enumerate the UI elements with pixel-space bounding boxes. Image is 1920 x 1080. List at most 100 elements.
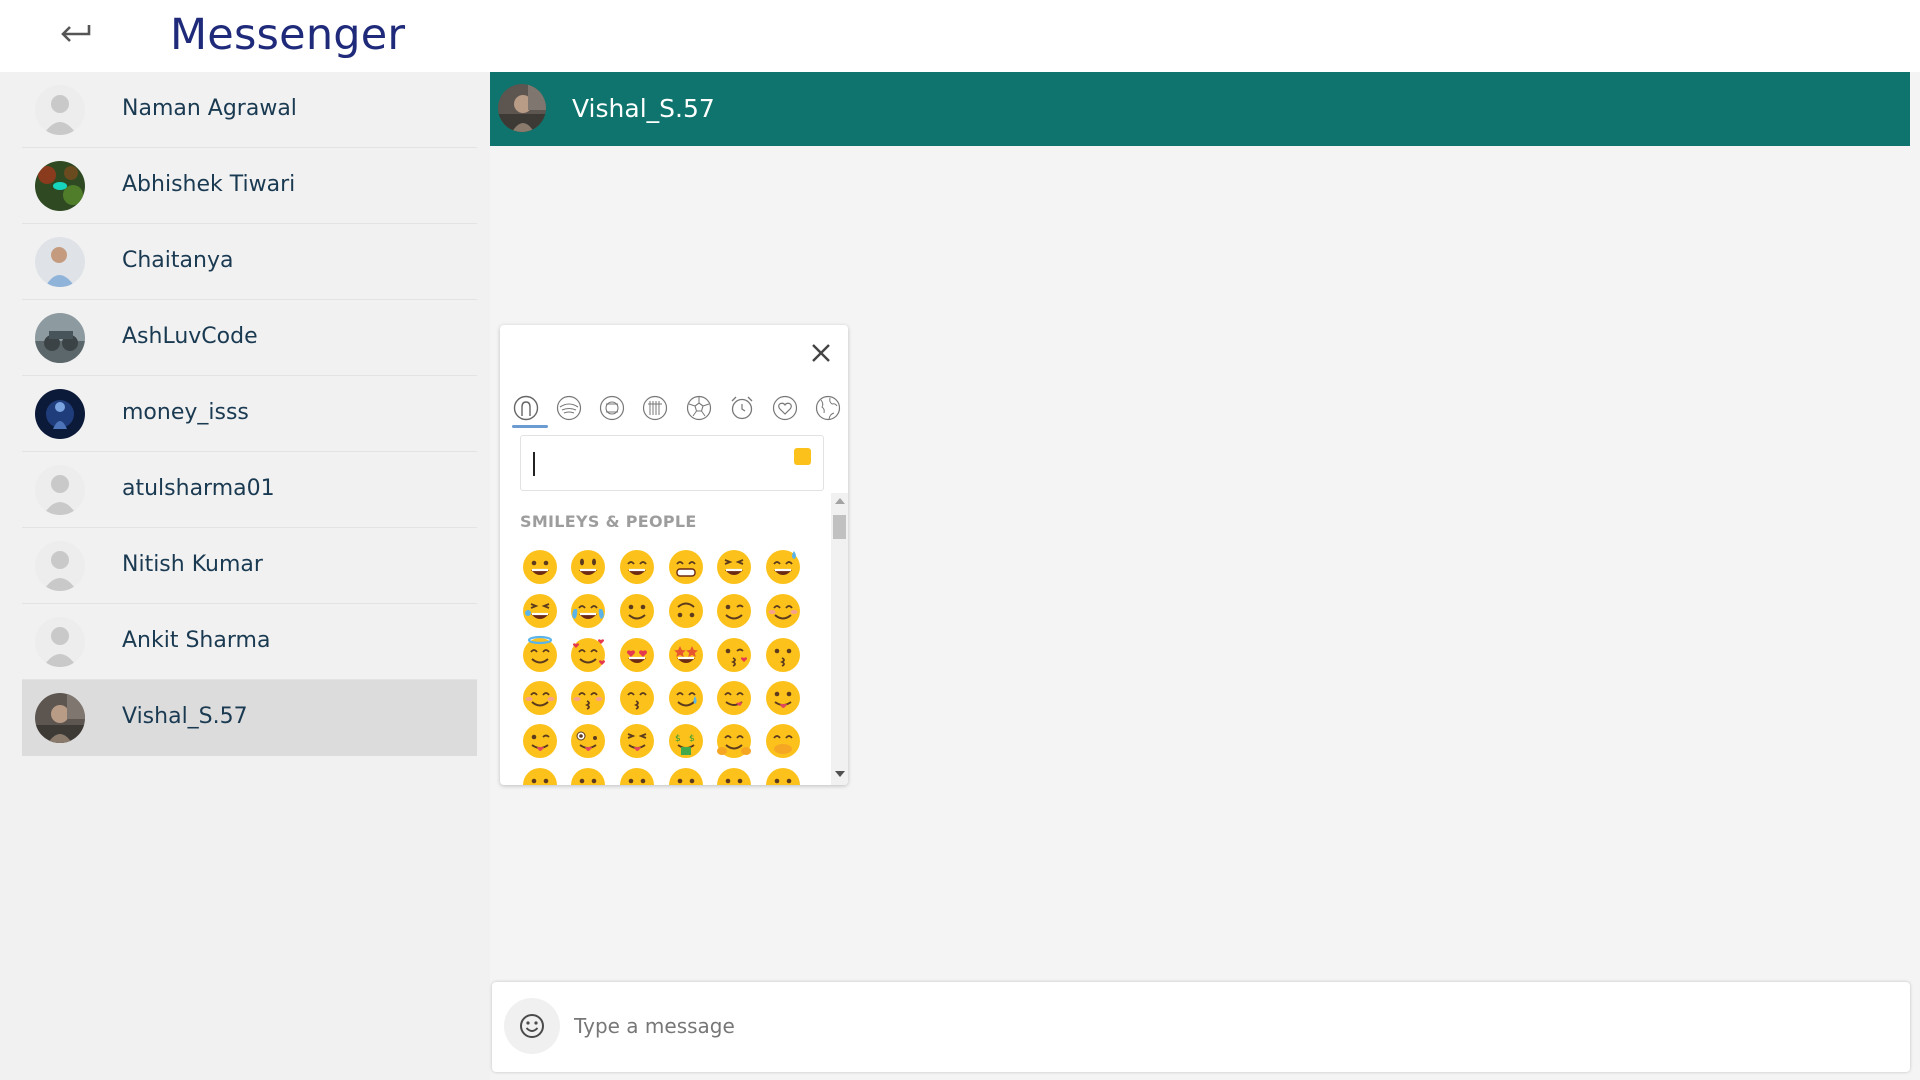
category-smileys-people-tab[interactable] — [512, 395, 540, 421]
emoji-scrollbar[interactable] — [831, 493, 848, 785]
contact-item[interactable]: AshLuvCode — [22, 300, 477, 376]
close-picker-button[interactable] — [808, 340, 834, 366]
upside-down-face-emoji[interactable] — [666, 591, 706, 631]
message-input[interactable] — [572, 1008, 1876, 1044]
category-travel-places-tab[interactable] — [641, 395, 669, 421]
smiling-face-hearts-emoji[interactable] — [568, 635, 608, 675]
contact-avatar[interactable] — [35, 465, 85, 515]
winking-face-emoji[interactable] — [714, 591, 754, 631]
close-icon — [812, 344, 830, 362]
category-animals-nature-tab[interactable] — [555, 395, 583, 421]
face-raised-eyebrow-emoji[interactable] — [666, 765, 706, 785]
rolling-on-floor-laughing-emoji[interactable] — [520, 591, 560, 631]
contact-item[interactable]: Ankit Sharma — [22, 604, 477, 680]
emoji-category-tabs — [512, 395, 842, 421]
animals-nature-icon — [557, 395, 582, 421]
contact-avatar[interactable] — [35, 313, 85, 363]
contact-avatar[interactable] — [35, 541, 85, 591]
contact-name: Vishal_S.57 — [122, 704, 248, 729]
zany-face-emoji[interactable] — [568, 721, 608, 761]
message-composer — [492, 982, 1910, 1072]
emoji-search-box[interactable] — [520, 435, 824, 491]
kissing-face-closed-eyes-emoji[interactable] — [568, 678, 608, 718]
category-activities-tab[interactable] — [685, 395, 713, 421]
svg-text:$: $ — [675, 734, 681, 744]
face-savoring-food-emoji[interactable] — [714, 678, 754, 718]
winking-face-tongue-emoji[interactable] — [520, 721, 560, 761]
app-title: Messenger — [170, 10, 406, 60]
contact-item[interactable]: Nitish Kumar — [22, 528, 477, 604]
smiley-icon — [520, 1014, 544, 1038]
contact-avatar[interactable] — [35, 237, 85, 287]
back-button[interactable] — [56, 16, 96, 52]
smiling-face-blush-emoji[interactable] — [763, 591, 803, 631]
emoji-toggle-button[interactable] — [504, 998, 560, 1054]
contact-avatar[interactable] — [35, 617, 85, 667]
scroll-up-arrow-icon[interactable] — [835, 498, 845, 504]
face-with-tongue-emoji[interactable] — [763, 678, 803, 718]
globe-flags-icon — [815, 395, 841, 421]
skin-tone-selector[interactable] — [794, 448, 811, 465]
emoji-picker: SMILEYS & PEOPLE $ $ — [500, 325, 848, 785]
heart-icon — [772, 395, 797, 421]
kissing-face-emoji[interactable] — [763, 635, 803, 675]
contact-item[interactable]: Chaitanya — [22, 224, 477, 300]
grinning-face-emoji[interactable] — [520, 547, 560, 587]
contact-item[interactable]: money_isss — [22, 376, 477, 452]
star-struck-emoji[interactable] — [666, 635, 706, 675]
thinking-face-emoji[interactable] — [568, 765, 608, 785]
money-mouth-face-emoji[interactable]: $ $ — [666, 721, 706, 761]
contact-item[interactable]: atulsharma01 — [22, 452, 477, 528]
zipper-mouth-face-emoji[interactable] — [617, 765, 657, 785]
emoji-search-input[interactable] — [531, 448, 775, 480]
beaming-face-emoji[interactable] — [666, 547, 706, 587]
neutral-face-emoji[interactable] — [714, 765, 754, 785]
food-drink-icon — [600, 395, 625, 421]
hugging-face-emoji[interactable] — [714, 721, 754, 761]
squinting-face-tongue-emoji[interactable] — [617, 721, 657, 761]
contact-avatar[interactable] — [35, 85, 85, 135]
alarm-clock-icon — [731, 396, 753, 420]
contact-avatar[interactable] — [35, 161, 85, 211]
contact-name: AshLuvCode — [122, 324, 258, 349]
contact-name: Ankit Sharma — [122, 628, 271, 653]
scroll-thumb[interactable] — [833, 515, 846, 539]
emoji-section-label: SMILEYS & PEOPLE — [520, 512, 697, 531]
contact-item[interactable]: Vishal_S.57 — [22, 680, 477, 756]
category-objects-tab[interactable] — [728, 395, 756, 421]
smileys-people-icon — [513, 395, 539, 421]
contact-name: money_isss — [122, 400, 249, 425]
contacts-sidebar: Naman Agrawal Abhishek Tiwari Chaitanya Ash… — [0, 72, 490, 1080]
smiling-face-emoji[interactable] — [520, 678, 560, 718]
contact-list: Naman Agrawal Abhishek Tiwari Chaitanya Ash… — [22, 72, 477, 756]
active-category-indicator — [512, 425, 548, 428]
chat-contact-name[interactable]: Vishal_S.57 — [572, 94, 715, 123]
scroll-down-arrow-icon[interactable] — [835, 771, 845, 777]
contact-avatar[interactable] — [35, 389, 85, 439]
heart-eyes-emoji[interactable] — [617, 635, 657, 675]
slightly-smiling-face-emoji[interactable] — [617, 591, 657, 631]
face-hand-over-mouth-emoji[interactable] — [763, 721, 803, 761]
smiling-face-tear-emoji[interactable] — [666, 678, 706, 718]
category-symbols-tab[interactable] — [771, 395, 799, 421]
face-blowing-kiss-emoji[interactable] — [714, 635, 754, 675]
chat-contact-avatar[interactable] — [498, 84, 546, 132]
shushing-face-emoji[interactable] — [520, 765, 560, 785]
category-flags-tab[interactable] — [814, 395, 842, 421]
grinning-squinting-face-emoji[interactable] — [714, 547, 754, 587]
kissing-face-smiling-eyes-emoji[interactable] — [617, 678, 657, 718]
smiling-face-halo-emoji[interactable] — [520, 635, 560, 675]
expressionless-face-emoji[interactable] — [763, 765, 803, 785]
chat-area: Vishal_S.57 SMILEYS & PEOPLE $ $ Type a … — [490, 72, 1920, 1080]
contact-name: Nitish Kumar — [122, 552, 263, 577]
contact-item[interactable]: Naman Agrawal — [22, 72, 477, 148]
contact-item[interactable]: Abhishek Tiwari — [22, 148, 477, 224]
contact-avatar[interactable] — [35, 693, 85, 743]
chat-header: Vishal_S.57 — [490, 72, 1910, 146]
smiling-face-smiling-eyes-emoji[interactable] — [617, 547, 657, 587]
category-food-drink-tab[interactable] — [598, 395, 626, 421]
smiling-face-open-mouth-emoji[interactable] — [568, 547, 608, 587]
tears-of-joy-emoji[interactable] — [568, 591, 608, 631]
grinning-face-sweat-emoji[interactable] — [763, 547, 803, 587]
text-caret — [533, 452, 535, 476]
